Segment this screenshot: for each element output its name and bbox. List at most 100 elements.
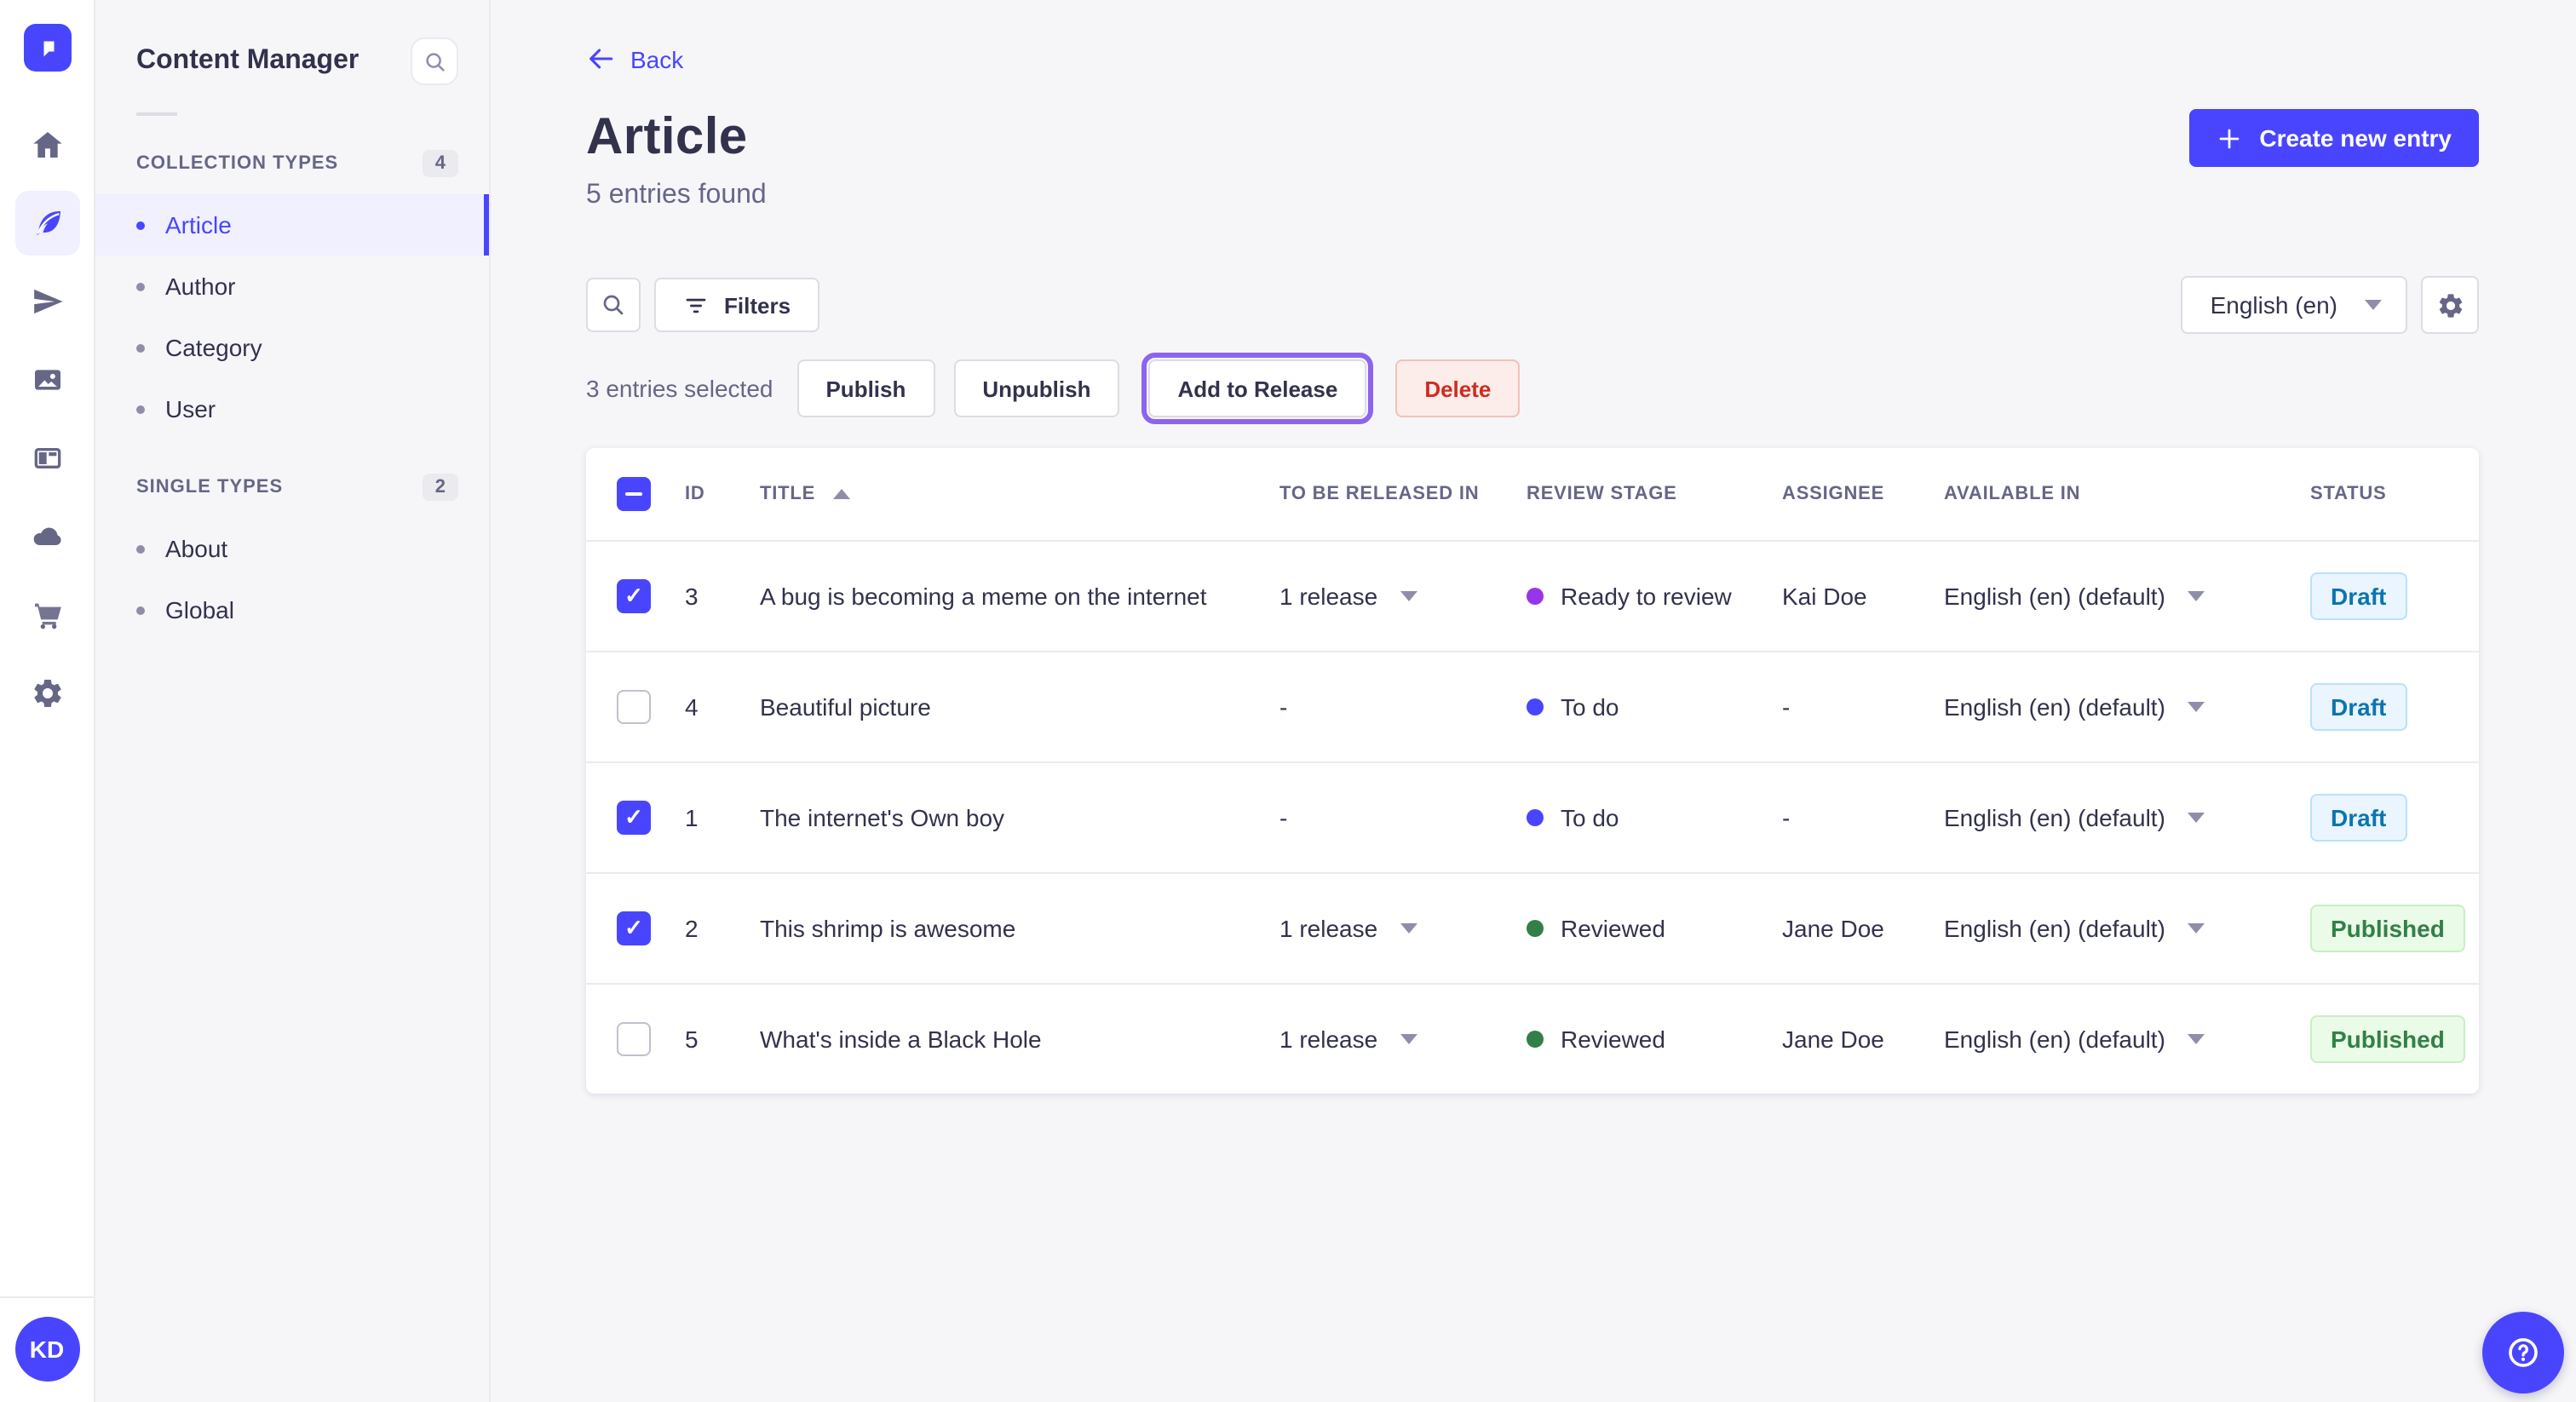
row-release-dropdown[interactable]: - bbox=[1269, 804, 1516, 831]
stage-dot-icon bbox=[1527, 809, 1544, 826]
page-title: Article bbox=[586, 109, 748, 165]
subnav-item[interactable]: User bbox=[95, 378, 489, 440]
column-header-title[interactable]: TITLE bbox=[750, 484, 1269, 504]
user-avatar[interactable]: KD bbox=[14, 1317, 79, 1382]
select-all-checkbox[interactable] bbox=[617, 477, 651, 511]
stage-dot-icon bbox=[1527, 588, 1544, 605]
entries-count-text: 5 entries found bbox=[586, 181, 767, 210]
column-header-to-be-released-in[interactable]: TO BE RELEASED IN bbox=[1269, 484, 1516, 504]
row-review-stage: To do bbox=[1516, 693, 1772, 721]
row-available-in-dropdown[interactable]: English (en) (default) bbox=[1934, 583, 2300, 610]
column-header-review-stage[interactable]: REVIEW STAGE bbox=[1516, 484, 1772, 504]
nav-rail-icons bbox=[14, 112, 79, 726]
table-row[interactable]: 5 What's inside a Black Hole 1 release R… bbox=[586, 983, 2479, 1094]
subnav-section: SINGLE TYPES 2 About Global bbox=[95, 463, 489, 641]
row-id: 1 bbox=[685, 804, 699, 831]
subnav-item[interactable]: Author bbox=[95, 256, 489, 317]
subnav-item-label: Category bbox=[165, 334, 262, 361]
row-release-dropdown[interactable]: 1 release bbox=[1269, 1026, 1516, 1053]
publish-button[interactable]: Publish bbox=[796, 359, 935, 417]
create-new-entry-button[interactable]: Create new entry bbox=[2189, 109, 2479, 167]
subnav-item-label: Author bbox=[165, 273, 236, 300]
column-header-id[interactable]: ID bbox=[675, 484, 750, 504]
delete-button[interactable]: Delete bbox=[1395, 359, 1521, 417]
row-checkbox[interactable] bbox=[617, 911, 651, 945]
chevron-down-icon bbox=[1400, 591, 1417, 601]
row-review-stage: Reviewed bbox=[1516, 915, 1772, 942]
row-available-in-dropdown[interactable]: English (en) (default) bbox=[1934, 693, 2300, 721]
bullet-icon bbox=[136, 221, 145, 229]
status-badge: Draft bbox=[2310, 572, 2407, 620]
row-id: 2 bbox=[685, 915, 699, 942]
subnav-item[interactable]: Global bbox=[95, 579, 489, 641]
strapi-logo-icon[interactable] bbox=[23, 24, 71, 72]
plus-icon bbox=[2219, 128, 2240, 148]
subnav-panel: Content Manager COLLECTION TYPES 4 Artic… bbox=[95, 0, 491, 1402]
subnav-item[interactable]: Article bbox=[95, 194, 489, 256]
section-label: COLLECTION TYPES bbox=[136, 153, 339, 174]
table-row[interactable]: 4 Beautiful picture - To do - English (e… bbox=[586, 651, 2479, 761]
row-id: 3 bbox=[685, 583, 699, 610]
bullet-icon bbox=[136, 544, 145, 553]
add-to-release-button[interactable]: Add to Release bbox=[1141, 353, 1374, 424]
content-manager-feather-icon[interactable] bbox=[14, 191, 79, 256]
row-available-in-dropdown[interactable]: English (en) (default) bbox=[1934, 804, 2300, 831]
subnav-item[interactable]: About bbox=[95, 518, 489, 579]
chevron-down-icon bbox=[2187, 923, 2205, 934]
search-icon[interactable] bbox=[411, 37, 458, 85]
content-manager-app: KD Content Manager COLLECTION TYPES 4 Ar… bbox=[0, 0, 2576, 1402]
subnav-section: COLLECTION TYPES 4 Article Author Catego… bbox=[95, 140, 489, 440]
column-header-available-in[interactable]: AVAILABLE IN bbox=[1934, 484, 2300, 504]
back-link[interactable]: Back bbox=[586, 44, 683, 73]
chevron-down-icon bbox=[2187, 1034, 2205, 1044]
divider bbox=[136, 112, 177, 116]
row-title: This shrimp is awesome bbox=[760, 915, 1016, 942]
filters-button[interactable]: Filters bbox=[654, 278, 820, 332]
table-body: 3 A bug is becoming a meme on the intern… bbox=[586, 540, 2479, 1094]
row-checkbox[interactable] bbox=[617, 1022, 651, 1056]
main-content: Back Article Create new entry 5 entries … bbox=[491, 0, 2576, 1402]
chevron-down-icon bbox=[1400, 1034, 1417, 1044]
row-available-in-dropdown[interactable]: English (en) (default) bbox=[1934, 915, 2300, 942]
chevron-down-icon bbox=[1400, 923, 1417, 934]
locale-select[interactable]: English (en) bbox=[2181, 276, 2407, 334]
subnav-item-label: Article bbox=[165, 211, 232, 238]
search-icon[interactable] bbox=[586, 278, 641, 332]
row-checkbox[interactable] bbox=[617, 690, 651, 724]
layout-icon[interactable] bbox=[14, 426, 79, 491]
table-header-row: ID TITLE TO BE RELEASED IN REVIEW STAGE … bbox=[586, 448, 2479, 540]
row-release-dropdown[interactable]: - bbox=[1269, 693, 1516, 721]
marketplace-cart-icon[interactable] bbox=[14, 583, 79, 647]
row-checkbox[interactable] bbox=[617, 801, 651, 835]
column-header-assignee[interactable]: ASSIGNEE bbox=[1772, 484, 1934, 504]
row-title: Beautiful picture bbox=[760, 693, 931, 721]
section-count-badge: 2 bbox=[423, 474, 458, 501]
releases-paper-plane-icon[interactable] bbox=[14, 269, 79, 334]
row-release-dropdown[interactable]: 1 release bbox=[1269, 915, 1516, 942]
nav-rail-footer: KD bbox=[0, 1296, 94, 1402]
section-label: SINGLE TYPES bbox=[136, 477, 284, 497]
media-library-images-icon[interactable] bbox=[14, 348, 79, 412]
cloud-icon[interactable] bbox=[14, 504, 79, 569]
row-checkbox[interactable] bbox=[617, 579, 651, 613]
table-row[interactable]: 3 A bug is becoming a meme on the intern… bbox=[586, 540, 2479, 651]
row-review-stage: Reviewed bbox=[1516, 1026, 1772, 1053]
settings-gear-icon[interactable] bbox=[14, 661, 79, 726]
column-header-status[interactable]: STATUS bbox=[2300, 484, 2479, 504]
row-available-in-dropdown[interactable]: English (en) (default) bbox=[1934, 1026, 2300, 1053]
sort-ascending-icon bbox=[832, 489, 850, 499]
home-icon[interactable] bbox=[14, 112, 79, 177]
status-badge: Draft bbox=[2310, 794, 2407, 842]
unpublish-button[interactable]: Unpublish bbox=[953, 359, 1120, 417]
nav-rail: KD bbox=[0, 0, 95, 1402]
stage-dot-icon bbox=[1527, 698, 1544, 715]
question-mark-icon bbox=[2509, 1338, 2538, 1367]
entries-table: ID TITLE TO BE RELEASED IN REVIEW STAGE … bbox=[586, 448, 2479, 1094]
table-row[interactable]: 2 This shrimp is awesome 1 release Revie… bbox=[586, 872, 2479, 983]
help-button[interactable] bbox=[2482, 1312, 2564, 1393]
subnav-item-label: About bbox=[165, 535, 228, 562]
row-release-dropdown[interactable]: 1 release bbox=[1269, 583, 1516, 610]
table-row[interactable]: 1 The internet's Own boy - To do - Engli… bbox=[586, 761, 2479, 872]
view-settings-gear-icon[interactable] bbox=[2421, 276, 2479, 334]
subnav-item[interactable]: Category bbox=[95, 317, 489, 378]
